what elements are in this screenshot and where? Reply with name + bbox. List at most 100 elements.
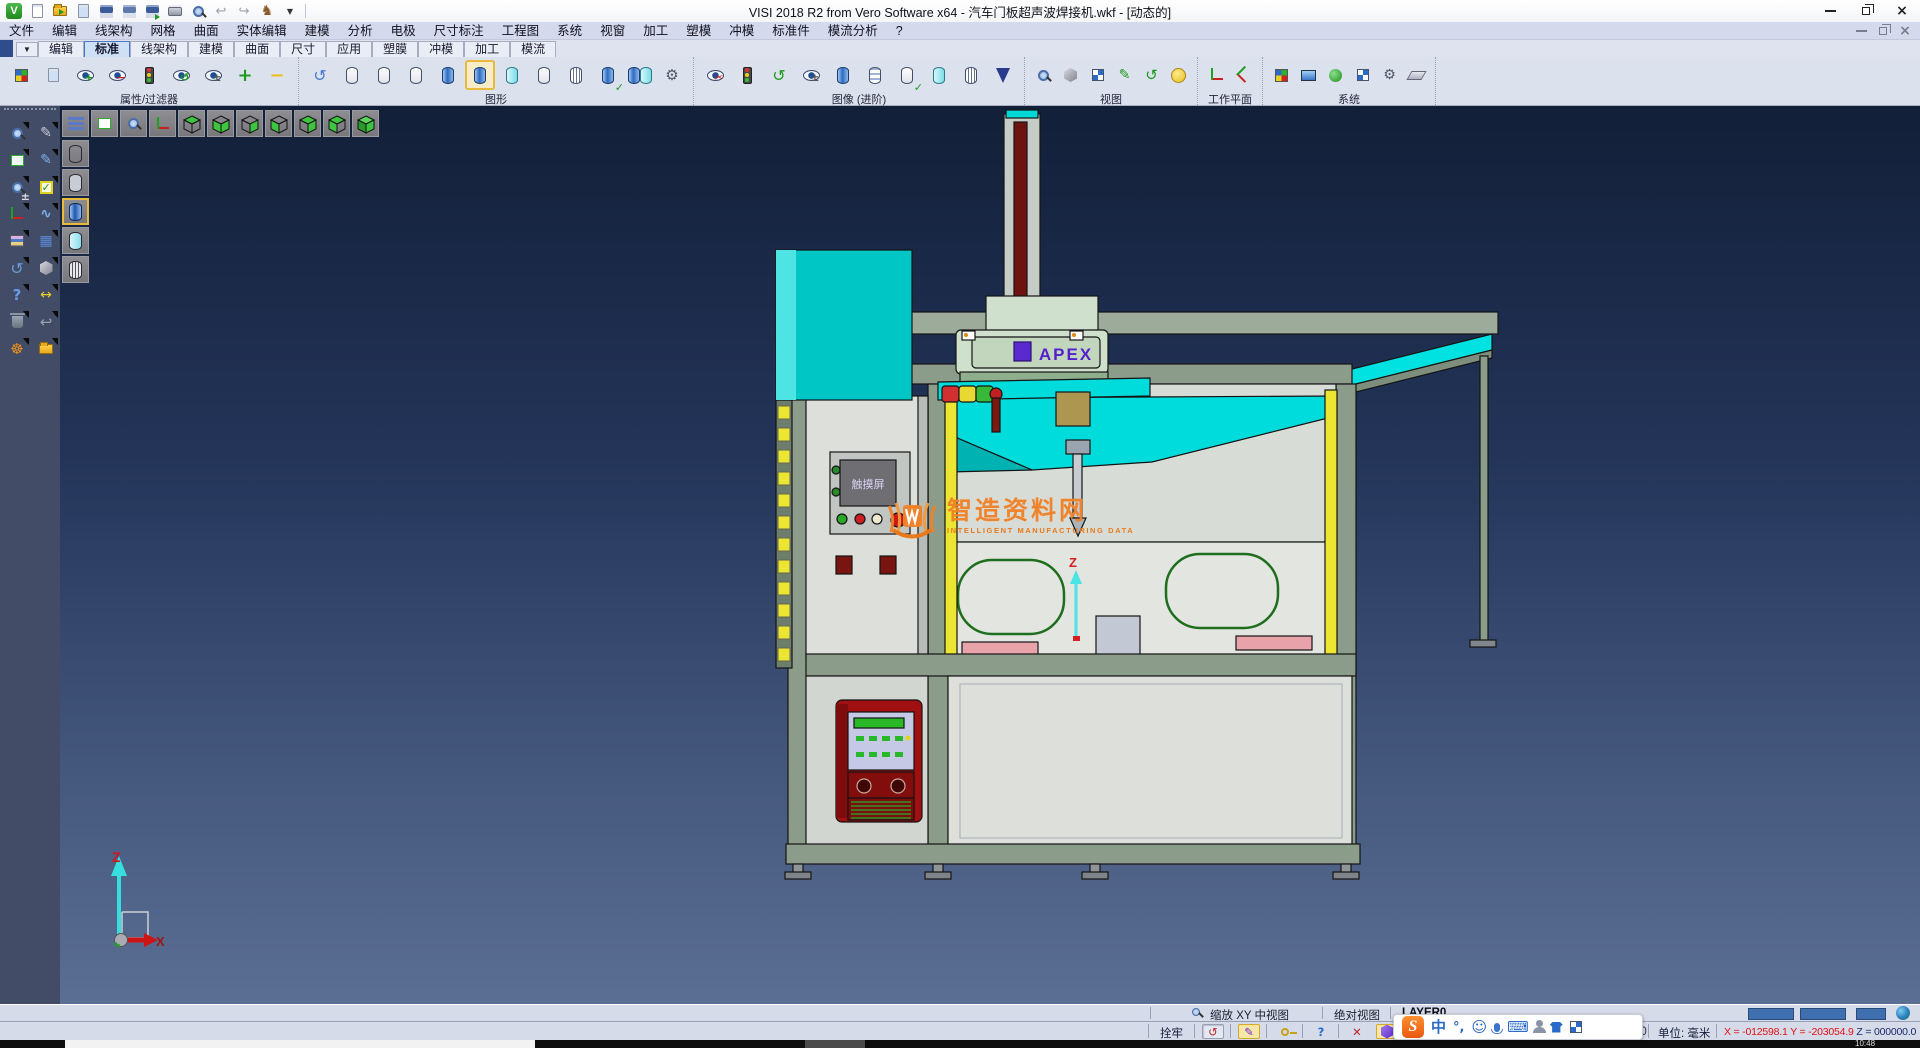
tab-molding[interactable]: 塑膜	[372, 41, 418, 57]
visibility-advanced-icon[interactable]: ±	[796, 60, 826, 90]
ime-toolbox-icon[interactable]	[1570, 1021, 1582, 1033]
zoom-select-icon[interactable]	[5, 121, 29, 145]
panel-grip[interactable]	[4, 108, 56, 113]
ime-microphone-icon[interactable]	[1494, 1023, 1500, 1032]
spline-curve-icon[interactable]: ∿	[34, 202, 58, 226]
tool-wheel-icon[interactable]: ☸	[5, 337, 29, 361]
tab-surface[interactable]: 曲面	[234, 41, 280, 57]
menu-item-surface[interactable]: 曲面	[185, 22, 228, 40]
ime-skin-icon[interactable]	[1550, 1022, 1563, 1033]
view-left-button[interactable]	[323, 110, 350, 137]
cylinder-transparent-icon[interactable]	[497, 60, 527, 90]
render-hidden-line-button[interactable]	[62, 169, 89, 196]
view-iso-button[interactable]	[352, 110, 379, 137]
layer-color-swatch-3[interactable]	[1856, 1008, 1886, 1020]
fit-view-button[interactable]	[91, 110, 118, 137]
fit-plane-icon[interactable]	[5, 148, 29, 172]
visibility-plus-minus-icon[interactable]: ±	[198, 60, 228, 90]
menu-item-drafting[interactable]: 工程图	[493, 22, 549, 40]
cylinder-striped-icon[interactable]	[860, 60, 890, 90]
color-palette-grid-icon[interactable]	[1269, 62, 1294, 88]
open-file-button[interactable]	[50, 2, 70, 20]
cube-view-icon[interactable]	[1058, 62, 1083, 88]
tab-dropdown-button[interactable]: ▼	[16, 42, 38, 57]
move-origin-icon[interactable]	[5, 202, 29, 226]
clip-section-icon[interactable]: ✂	[700, 60, 730, 90]
undo-button[interactable]: ↩	[211, 2, 231, 20]
tab-wireframe[interactable]: 线架构	[130, 41, 188, 57]
system-monitor-icon[interactable]	[1296, 62, 1321, 88]
context-help-icon[interactable]: ?	[1310, 1024, 1332, 1039]
menu-item-file[interactable]: 文件	[0, 22, 43, 40]
menu-item-wireframe[interactable]: 线架构	[86, 22, 142, 40]
view-bottom-button[interactable]	[207, 110, 234, 137]
zoom-extents-icon[interactable]: ±	[5, 175, 29, 199]
workplane-axes-icon[interactable]	[1204, 62, 1229, 88]
annotate-pen-icon[interactable]: ✎	[1238, 1024, 1260, 1039]
tab-machining[interactable]: 加工	[464, 41, 510, 57]
close-button[interactable]: ×	[1884, 1, 1920, 21]
render-shaded-button[interactable]	[62, 198, 89, 225]
table-grid-icon[interactable]	[1350, 62, 1375, 88]
render-wireframe-button[interactable]	[62, 140, 89, 167]
view-front-button[interactable]	[265, 110, 292, 137]
cylinder-mesh-icon[interactable]	[561, 60, 591, 90]
cone-render-icon[interactable]	[988, 60, 1018, 90]
window-grid-icon[interactable]: ▦	[34, 229, 58, 253]
snap-toggle-icon[interactable]: ✕	[1346, 1024, 1368, 1039]
redline-pencil-icon[interactable]: ✎	[1112, 62, 1137, 88]
cylinder-blue-icon[interactable]	[828, 60, 858, 90]
render-smiley-icon[interactable]	[1166, 62, 1191, 88]
layer-color-swatch-1[interactable]	[1748, 1008, 1794, 1020]
qat-dropdown-button[interactable]: ▼	[280, 2, 300, 20]
render-shaded-edges-button[interactable]	[62, 227, 89, 254]
ime-punctuation-icon[interactable]: °,	[1453, 1021, 1464, 1034]
tab-edit[interactable]: 编辑	[38, 41, 84, 57]
layers-palette-icon[interactable]	[5, 229, 29, 253]
zoom-view-icon[interactable]	[1031, 62, 1056, 88]
refresh-visibility-icon[interactable]: ↺	[166, 60, 196, 90]
menu-item-analysis[interactable]: 分析	[339, 22, 382, 40]
delete-trash-icon[interactable]	[5, 310, 29, 334]
shade-pair-icon[interactable]	[625, 60, 655, 90]
cylinder-wire-white-icon[interactable]	[956, 60, 986, 90]
menu-item-standard-parts[interactable]: 标准件	[763, 22, 819, 40]
display-properties-icon[interactable]	[6, 60, 36, 90]
new-file-button[interactable]	[27, 2, 47, 20]
cylinder-shaded-edges-icon[interactable]	[465, 60, 495, 90]
refresh-lock-icon[interactable]: ↺	[1202, 1024, 1224, 1039]
menu-item-help[interactable]: ?	[887, 22, 912, 40]
menu-item-mold[interactable]: 塑模	[677, 22, 720, 40]
print-preview-button[interactable]	[188, 2, 208, 20]
axis-origin-button[interactable]	[149, 110, 176, 137]
view-menu-button[interactable]	[62, 110, 89, 137]
taskbar-button[interactable]	[805, 1040, 865, 1048]
plane-3d-icon[interactable]	[1404, 62, 1429, 88]
menu-item-die[interactable]: 冲模	[720, 22, 763, 40]
regen-shading-icon[interactable]: ↺	[305, 60, 335, 90]
menu-item-mesh[interactable]: 网格	[142, 22, 185, 40]
image-properties-icon[interactable]	[38, 60, 68, 90]
cylinder-verified-icon[interactable]: ✓	[892, 60, 922, 90]
workspace-button[interactable]: ♞	[257, 2, 277, 20]
sogou-logo-icon[interactable]: S	[1402, 1016, 1424, 1038]
lock-toggle[interactable]: 拴牢	[1160, 1025, 1183, 1041]
save-copy-button[interactable]	[119, 2, 139, 20]
mdi-minimize-button[interactable]	[1850, 23, 1872, 39]
mdi-close-button[interactable]: ×	[1894, 23, 1916, 39]
cylinder-hollow-icon[interactable]	[924, 60, 954, 90]
save-button[interactable]	[96, 2, 116, 20]
view-back-button[interactable]	[236, 110, 263, 137]
view-right-button[interactable]	[294, 110, 321, 137]
system-globe-icon[interactable]	[1323, 62, 1348, 88]
help-icon[interactable]: ?	[5, 283, 29, 307]
license-key-icon[interactable]	[1274, 1024, 1296, 1039]
cylinder-dashed-icon[interactable]	[401, 60, 431, 90]
layer-color-swatch-2[interactable]	[1800, 1008, 1846, 1020]
refresh-advanced-icon[interactable]: ↺	[764, 60, 794, 90]
menu-item-electrode[interactable]: 电极	[382, 22, 425, 40]
ime-keyboard-icon[interactable]: ⌨	[1507, 1021, 1529, 1034]
undo-view-icon[interactable]: ↩	[34, 310, 58, 334]
print-button[interactable]	[165, 2, 185, 20]
tab-application[interactable]: 应用	[326, 41, 372, 57]
